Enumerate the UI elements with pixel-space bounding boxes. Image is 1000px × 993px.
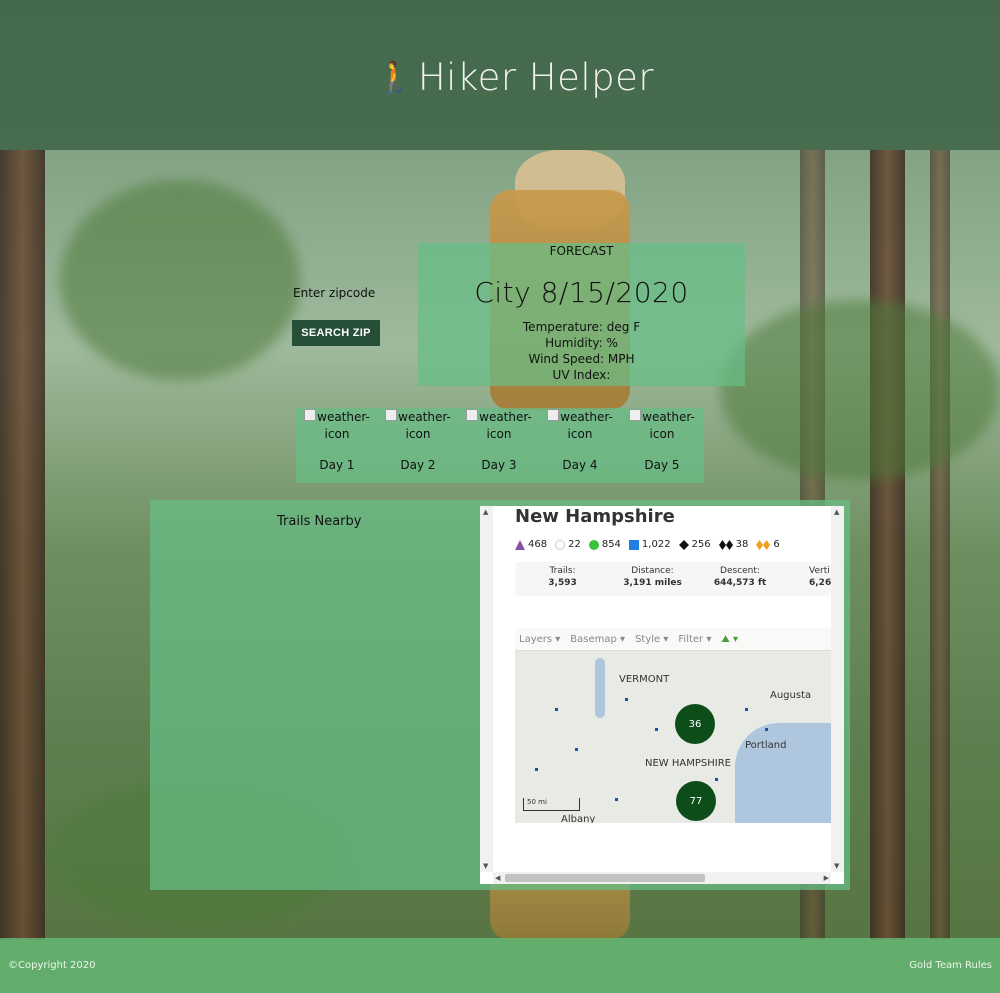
vermont-label: VERMONT: [619, 674, 670, 685]
forecast-panel: FORECAST City 8/15/2020 Temperature: deg…: [418, 243, 745, 386]
nh-label: NEW HAMPSHIRE: [645, 758, 731, 769]
layers-menu[interactable]: Layers ▾: [519, 634, 560, 645]
albany-label: Albany: [561, 814, 596, 823]
day-label: Day 5: [644, 458, 680, 472]
trail-marker[interactable]: [655, 728, 658, 731]
trail-marker[interactable]: [715, 778, 718, 781]
lake: [595, 658, 605, 718]
page-title: 🚶 Hiker Helper: [376, 52, 654, 102]
day-card: weather-icon Day 4: [544, 408, 616, 472]
day-card: weather-icon Day 5: [626, 408, 698, 472]
white-circle-icon: [555, 539, 566, 550]
copyright-text: ©Copyright 2020: [8, 960, 96, 971]
weather-icon: weather-icon: [626, 408, 698, 447]
trail-marker[interactable]: [625, 698, 628, 701]
left-scrollbar[interactable]: ▲ ▼: [480, 506, 493, 872]
five-day-forecast: weather-icon Day 1 weather-icon Day 2 we…: [296, 408, 704, 483]
stat-black: 256: [678, 539, 711, 550]
trail-marker[interactable]: [745, 708, 748, 711]
trail-marker[interactable]: [555, 708, 558, 711]
day-label: Day 3: [481, 458, 517, 472]
tree-trunk: [930, 150, 950, 940]
trail-cluster[interactable]: 36: [675, 704, 715, 744]
humidity-text: Humidity: %: [545, 336, 618, 350]
summary-distance: Distance: 3,191 miles: [623, 566, 682, 588]
orange-double-diamond-icon: [756, 539, 771, 550]
weather-icon: weather-icon: [382, 408, 454, 447]
day-card: weather-icon Day 2: [382, 408, 454, 472]
basemap-menu[interactable]: Basemap ▾: [570, 634, 625, 645]
stat-orange: 6: [756, 539, 780, 550]
day-label: Day 2: [400, 458, 436, 472]
ocean: [735, 723, 831, 823]
day-label: Day 1: [319, 458, 355, 472]
search-zip-button[interactable]: SEARCH ZIP: [292, 320, 380, 346]
black-diamond-icon: [678, 539, 689, 550]
stat-blue: 1,022: [628, 539, 671, 550]
style-menu[interactable]: Style ▾: [635, 634, 668, 645]
footer: ©Copyright 2020 Gold Team Rules: [0, 938, 1000, 993]
tree-trunk: [0, 150, 45, 940]
difficulty-stats: 468 22 854 1,022 256 38 6: [515, 539, 780, 550]
walking-person-icon: 🚶: [376, 59, 414, 95]
day-label: Day 4: [562, 458, 598, 472]
trail-summary: Trails: 3,593 Distance: 3,191 miles Descen…: [515, 562, 831, 596]
map-toolbar: Layers ▾ Basemap ▾ Style ▾ Filter ▾ ⛰ ▾: [515, 628, 831, 651]
trail-marker[interactable]: [575, 748, 578, 751]
header: 🚶 Hiker Helper: [0, 0, 1000, 150]
forecast-label: FORECAST: [549, 244, 614, 258]
filter-menu[interactable]: Filter ▾: [678, 634, 711, 645]
team-text: Gold Team Rules: [909, 960, 992, 971]
stat-double-black: 38: [718, 539, 748, 550]
summary-descent: Descent: 644,573 ft: [713, 566, 767, 588]
summary-vertical: Verti 6,26: [809, 566, 831, 588]
tree-trunk: [870, 150, 905, 940]
weather-icon: weather-icon: [301, 408, 373, 447]
trail-cluster[interactable]: 77: [676, 781, 716, 821]
city-date: City 8/15/2020: [474, 276, 689, 309]
vertical-scrollbar[interactable]: ▲ ▼: [831, 506, 844, 872]
state-name: New Hampshire: [515, 506, 675, 527]
wind-speed-text: Wind Speed: MPH: [528, 352, 635, 366]
trail-marker[interactable]: [615, 798, 618, 801]
uv-index-text: UV Index:: [552, 368, 611, 382]
weather-icon: weather-icon: [544, 408, 616, 447]
trail-marker[interactable]: [535, 768, 538, 771]
summary-trails: Trails: 3,593: [548, 566, 577, 588]
trail-marker[interactable]: [765, 728, 768, 731]
double-black-diamond-icon: [718, 539, 733, 550]
scroll-thumb[interactable]: [505, 874, 705, 882]
hiker-filter-icon[interactable]: ⛰ ▾: [721, 634, 738, 645]
day-card: weather-icon Day 1: [301, 408, 373, 472]
trail-map[interactable]: Layers ▾ Basemap ▾ Style ▾ Filter ▾ ⛰ ▾ …: [515, 628, 831, 823]
trails-section: Trails Nearby ▲ ▼ ▲ ▼ New Hampshire 468 …: [150, 500, 850, 890]
trails-embed[interactable]: ▲ ▼ ▲ ▼ New Hampshire 468 22 854 1,022 2…: [480, 506, 844, 884]
green-circle-icon: [588, 539, 599, 550]
blue-square-icon: [628, 539, 639, 550]
stat-white: 22: [555, 539, 581, 550]
augusta-label: Augusta: [770, 690, 812, 701]
foliage: [60, 180, 300, 380]
trails-title: Trails Nearby: [277, 514, 362, 529]
stat-green: 854: [588, 539, 621, 550]
temperature-text: Temperature: deg F: [522, 320, 641, 334]
map-scale: 50 mi: [523, 798, 580, 811]
zipcode-label: Enter zipcode: [293, 286, 376, 300]
stat-green-blue: 468: [515, 539, 547, 550]
portland-label: Portland: [745, 740, 787, 751]
foliage: [720, 300, 1000, 480]
horizontal-scrollbar[interactable]: ◀ ▶: [493, 872, 831, 884]
title-text: Hiker Helper: [417, 55, 655, 99]
purple-triangle-icon: [515, 539, 525, 550]
day-card: weather-icon Day 3: [463, 408, 535, 472]
weather-icon: weather-icon: [463, 408, 535, 447]
